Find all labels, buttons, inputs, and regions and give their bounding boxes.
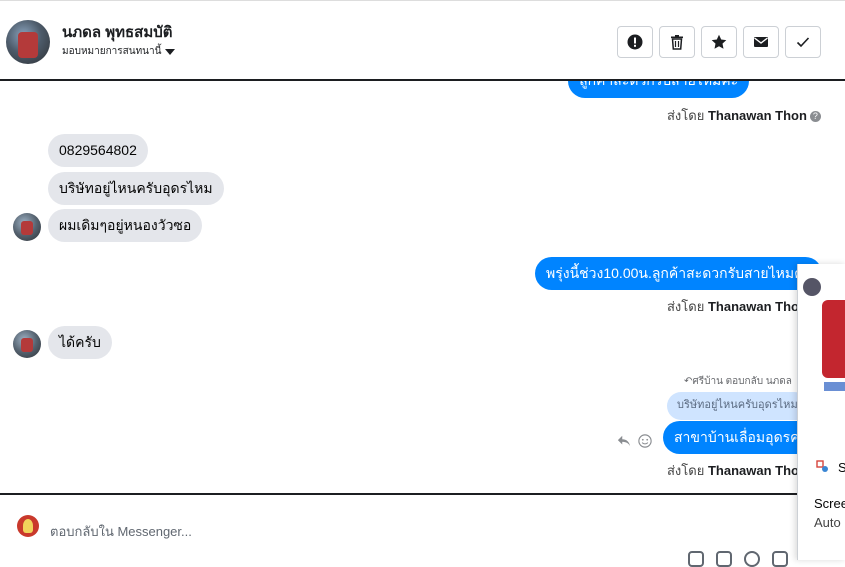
emoji-icon[interactable] [744,551,760,567]
page-avatar [17,515,39,537]
reply-icon[interactable] [617,434,631,448]
mark-unread-button[interactable] [743,26,779,58]
saved-replies-icon[interactable] [716,551,732,567]
sent-by-label: ส่งโดย Thanawan Thon? [667,105,821,126]
popup-image-thumbnail[interactable] [822,300,845,378]
check-icon [796,37,810,48]
message-incoming[interactable]: 0829564802 [48,134,148,167]
sent-by-label: ส่งโดย Thanawan Thon [667,460,807,481]
agent-name: Thanawan Thon [707,108,807,123]
trash-icon [671,35,683,50]
snipping-tool-icon [816,460,828,472]
message-outgoing[interactable]: สาขาบ้านเลื่อมอุดรคะ [663,421,819,454]
mark-done-button[interactable] [785,26,821,58]
message-composer[interactable]: ตอบกลับใน Messenger... [0,493,845,567]
popup-subtitle: Auto [814,515,841,530]
message-incoming[interactable]: ได้ครับ [48,326,112,359]
quoted-message[interactable]: บริษัทอยู่ไหนครับอุดรไหม [667,392,808,420]
emoji-react-icon[interactable] [638,434,652,448]
caret-down-icon [165,48,176,55]
reply-context: ↶ศรีบ้าน ตอบกลับ นภดล [684,374,792,389]
star-button[interactable] [701,26,737,58]
envelope-icon [754,37,768,47]
reply-input[interactable]: ตอบกลับใน Messenger... [50,521,192,542]
more-icon[interactable] [772,551,788,567]
agent-name: Thanawan Thon [707,463,807,478]
contact-name[interactable]: นภดล พุทธสมบัติ [62,20,172,44]
reply-context-text: ศรีบ้าน ตอบกลับ นภดล [692,376,792,387]
question-icon[interactable]: ? [809,111,821,122]
contact-avatar-small[interactable] [13,213,41,241]
contact-avatar-small[interactable] [13,330,41,358]
message-incoming[interactable]: บริษัทอยู่ไหนครับอุดรไหม [48,172,224,205]
conversation-header: นภดล พุทธสมบัติ มอบหมายการสนทนานี้ [0,0,845,81]
mark-spam-button[interactable] [617,26,653,58]
composer-toolbar [688,551,788,567]
message-outgoing-partial[interactable]: ลูกค้าสะดวกรับสายไหมคะ [568,81,750,98]
popup-highlight [824,382,845,391]
assign-label: มอบหมายการสนทนานี้ [62,46,162,57]
popup-avatar [803,278,821,296]
popup-title: Screen [814,496,845,511]
contact-avatar[interactable] [6,20,50,64]
popup-letter: S [838,460,845,475]
star-icon [711,34,727,49]
delete-button[interactable] [659,26,695,58]
header-actions [617,26,821,58]
assign-conversation-dropdown[interactable]: มอบหมายการสนทนานี้ [62,44,176,59]
attachment-icon[interactable] [688,551,704,567]
agent-name: Thanawan Thon [707,299,807,314]
sent-by-prefix: ส่งโดย [667,463,705,478]
overlay-panel[interactable]: S Screen Auto [797,264,845,560]
sent-by-prefix: ส่งโดย [667,299,705,314]
message-thread[interactable]: ลูกค้าสะดวกรับสายไหมคะ ส่งโดย Thanawan T… [0,81,845,493]
sent-by-label: ส่งโดย Thanawan Thon [667,296,807,317]
exclamation-circle-icon [627,34,643,50]
message-outgoing[interactable]: พรุ่งนี้ช่วง10.00น.ลูกค้าสะดวกรับสายไหมค… [535,257,823,290]
sent-by-prefix: ส่งโดย [667,108,705,123]
message-incoming[interactable]: ผมเดิมๆอยู่หนองวัวซอ [48,209,203,242]
